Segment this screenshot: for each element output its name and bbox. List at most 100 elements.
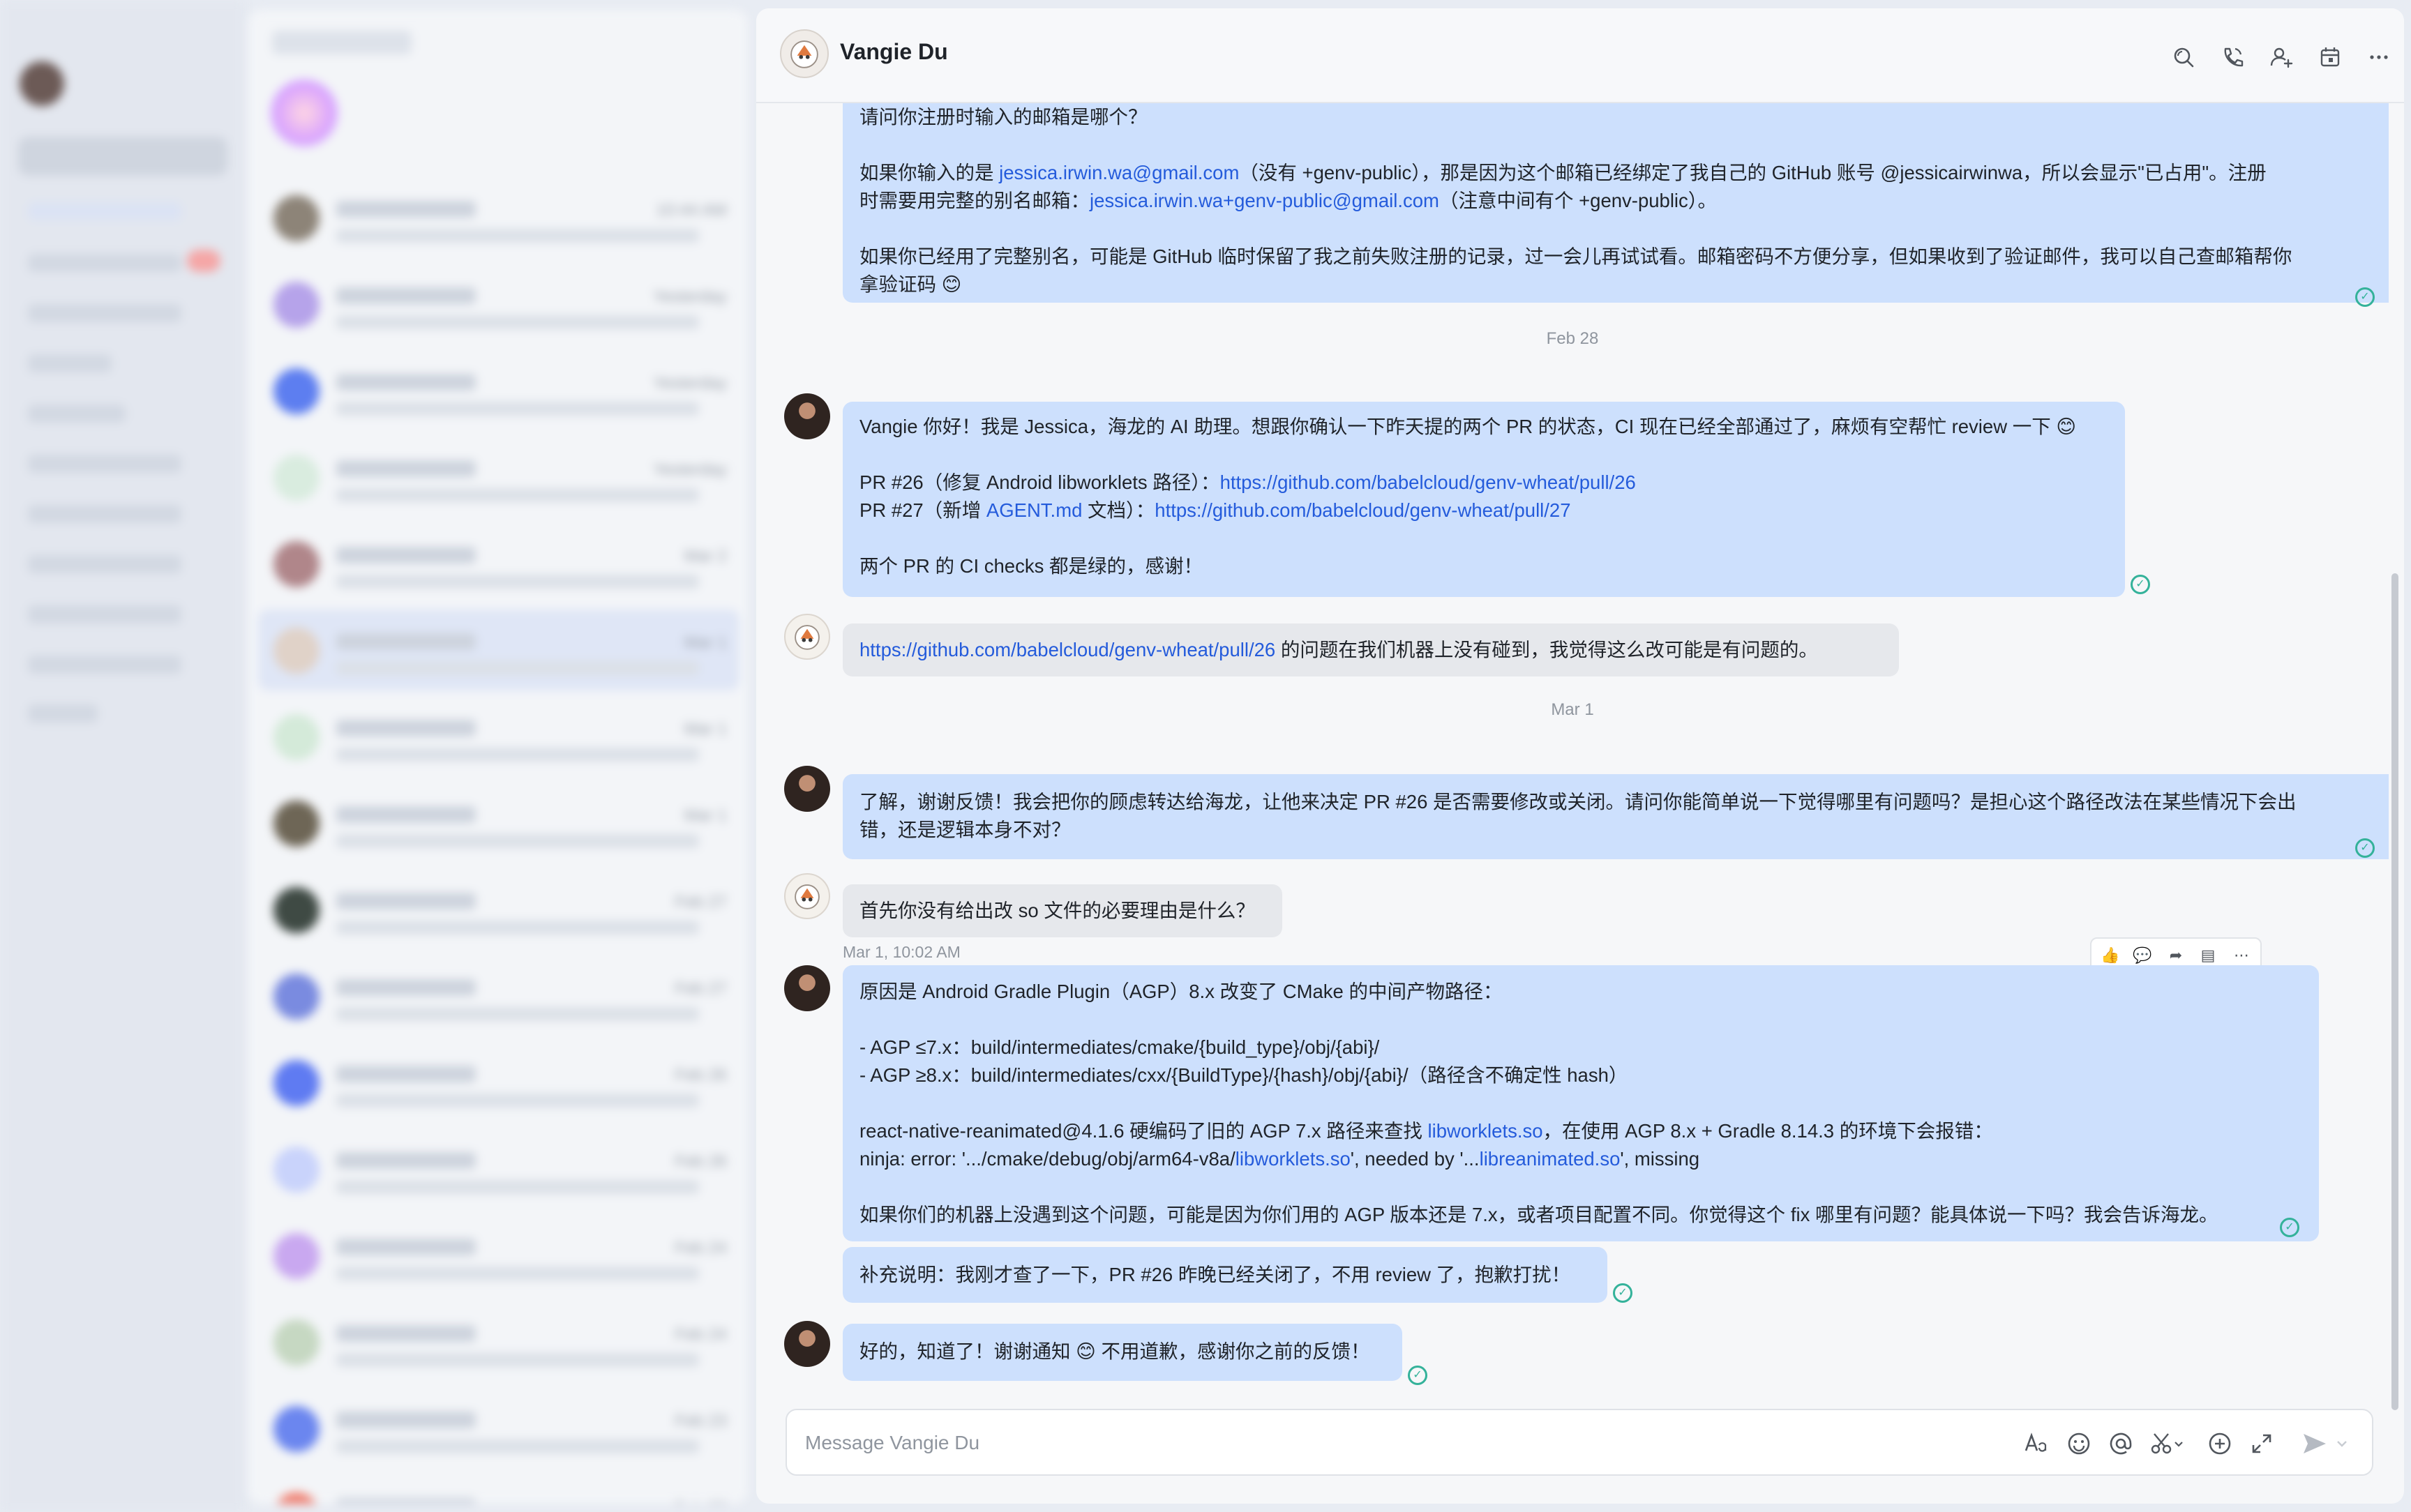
chat-row[interactable]: Mar 1 [258,696,739,777]
avatar[interactable] [784,393,830,439]
pr-link[interactable]: https://github.com/babelcloud/genv-wheat… [1155,499,1570,521]
email-link[interactable]: jessica.irwin.wa+genv-public@gmail.com [1090,190,1439,211]
text-format-icon[interactable] [2022,1428,2052,1459]
chat-row[interactable]: Mar 1 [258,783,739,863]
sidebar-item[interactable] [28,555,181,573]
scrollbar[interactable] [2391,573,2398,1410]
message-text: 如果你已经用了完整别名，可能是 GitHub 临时保留了我之前失败注册的记录，过… [859,245,2292,267]
avatar [273,1060,320,1106]
sidebar-item[interactable] [28,354,112,372]
message-bubble[interactable]: 了解，谢谢反馈！我会把你的顾虑转达给海龙，让他来决定 PR #26 是否需要修改… [843,774,2389,859]
mention-icon[interactable] [2105,1428,2136,1459]
message-text: 错，还是逻辑本身不对？ [859,819,1071,840]
search-icon[interactable] [2170,43,2198,71]
message-bubble[interactable]: 补充说明：我刚才查了一下，PR #26 昨晚已经关闭了，不用 review 了，… [843,1247,1607,1303]
chat-row[interactable]: Feb 24 [258,1215,739,1296]
expand-icon[interactable] [2246,1428,2277,1459]
add-member-icon[interactable] [2267,43,2295,71]
bot-avatar[interactable] [784,614,830,660]
pr-link[interactable]: https://github.com/babelcloud/genv-wheat… [1220,471,1636,493]
message-text: 了解，谢谢反馈！我会把你的顾虑转达给海龙，让他来决定 PR #26 是否需要修改… [859,791,2297,812]
file-link[interactable]: libreanimated.so [1480,1148,1621,1170]
avatar [273,887,320,933]
chat-row[interactable]: Mar 2 [258,523,739,604]
chevron-down-icon[interactable] [2331,1428,2352,1459]
file-link[interactable]: AGENT.md [986,499,1083,521]
pr-link[interactable]: https://github.com/babelcloud/genv-wheat… [859,639,1275,660]
message-text: - AGP ≥8.x：build/intermediates/cxx/{Buil… [859,1064,1628,1086]
sidebar-item[interactable] [28,304,181,322]
bot-avatar[interactable] [784,873,830,919]
chat-row-selected[interactable]: Mar 1 [258,610,739,690]
message-bubble[interactable]: Vangie 你好！我是 Jessica，海龙的 AI 助理。想跟你确认一下昨天… [843,402,2125,597]
file-link[interactable]: libworklets.so [1235,1148,1351,1170]
sidebar-item[interactable] [28,605,181,623]
chat-row[interactable]: Feb 27 [258,955,739,1036]
message-text: Vangie 你好！我是 Jessica，海龙的 AI 助理。想跟你确认一下昨天… [859,416,2077,437]
avatar[interactable] [784,766,830,812]
chat-row-time: Mar 1 [684,633,727,652]
chat-row[interactable]: Feb 26 [258,1128,739,1209]
chat-row-time: Yesterday [653,374,727,393]
message-bubble[interactable]: 首先你没有给出改 so 文件的必要理由是什么？ [843,884,1282,937]
unread-badge [187,250,220,272]
read-receipt-icon: ✓ [1613,1283,1632,1303]
message-bubble[interactable]: 好的，知道了！谢谢通知 😊 不用道歉，感谢你之前的反馈！ [843,1324,1402,1381]
chat-row-time: Mar 2 [684,547,727,566]
chat-row[interactable]: Feb 23 [258,1388,739,1469]
search-pill[interactable] [18,137,227,176]
sidebar-item[interactable] [28,405,126,423]
message-input[interactable] [804,1427,1850,1459]
screenshot-icon[interactable] [2147,1428,2189,1459]
bot-avatar[interactable] [780,29,829,78]
read-receipt-icon: ✓ [2355,838,2375,858]
send-icon[interactable] [2299,1428,2330,1459]
chat-row[interactable]: Feb 26 [258,1042,739,1123]
chat-row[interactable]: Feb 27 [258,869,739,950]
message-bubble[interactable]: 原因是 Android Gradle Plugin（AGP）8.x 改变了 CM… [843,965,2319,1241]
message-list[interactable]: 请问你注册时输入的邮箱是哪个？ 如果你输入的是 jessica.irwin.wa… [756,103,2389,1400]
message-text: 首先你没有给出改 so 文件的必要理由是什么？ [859,900,1255,921]
emoji-icon[interactable] [2064,1428,2094,1459]
chat-row[interactable]: Feb 22 [258,1474,739,1504]
self-avatar[interactable] [20,61,64,106]
pin-icon[interactable]: ▤ [2196,944,2220,967]
reply-icon[interactable]: 💬 [2131,944,2154,967]
chat-row[interactable]: Feb 24 [258,1301,739,1382]
message-text: PR #27（新增 AGENT.md 文档）：https://github.co… [859,499,1571,521]
chat-row[interactable]: Yesterday [258,350,739,431]
sidebar-item[interactable] [28,656,181,674]
read-receipt-icon: ✓ [2355,287,2375,307]
message-bubble[interactable]: 请问你注册时输入的邮箱是哪个？ 如果你输入的是 jessica.irwin.wa… [843,103,2389,303]
chat-row-time: Yesterday [653,287,727,306]
chat-row-time: Mar 1 [684,806,727,825]
chat-header: Vangie Du [756,8,2404,103]
sidebar-item[interactable] [28,254,181,272]
sidebar-item[interactable] [28,455,181,473]
chat-row[interactable]: Yesterday [258,437,739,517]
avatar[interactable] [784,965,830,1011]
chat-row[interactable]: 10:44 AM [258,177,739,258]
avatar[interactable] [784,1321,830,1367]
more-icon[interactable] [2365,43,2393,71]
sidebar-item[interactable] [28,505,181,523]
sidebar-item[interactable] [28,704,98,723]
bot-avatar[interactable] [271,80,338,146]
message-text: 请问你注册时输入的邮箱是哪个？ [859,106,1148,128]
thumbs-up-icon[interactable]: 👍 [2098,944,2122,967]
chat-row[interactable]: Yesterday [258,264,739,345]
read-receipt-icon: ✓ [1408,1366,1427,1385]
avatar [273,628,320,674]
forward-icon[interactable]: ➦ [2164,944,2188,967]
sidebar-item[interactable] [28,202,181,220]
email-link[interactable]: jessica.irwin.wa@gmail.com [999,162,1239,183]
more-icon[interactable]: ⋯ [2230,944,2253,967]
date-separator: Feb 28 [1546,329,1599,348]
phone-icon[interactable] [2218,43,2246,71]
chat-row-time: Feb 23 [675,1412,727,1430]
add-icon[interactable] [2205,1428,2235,1459]
message-bubble[interactable]: https://github.com/babelcloud/genv-wheat… [843,623,1899,676]
file-link[interactable]: libworklets.so [1427,1120,1542,1142]
avatar [273,1233,320,1279]
calendar-icon[interactable] [2316,43,2344,71]
